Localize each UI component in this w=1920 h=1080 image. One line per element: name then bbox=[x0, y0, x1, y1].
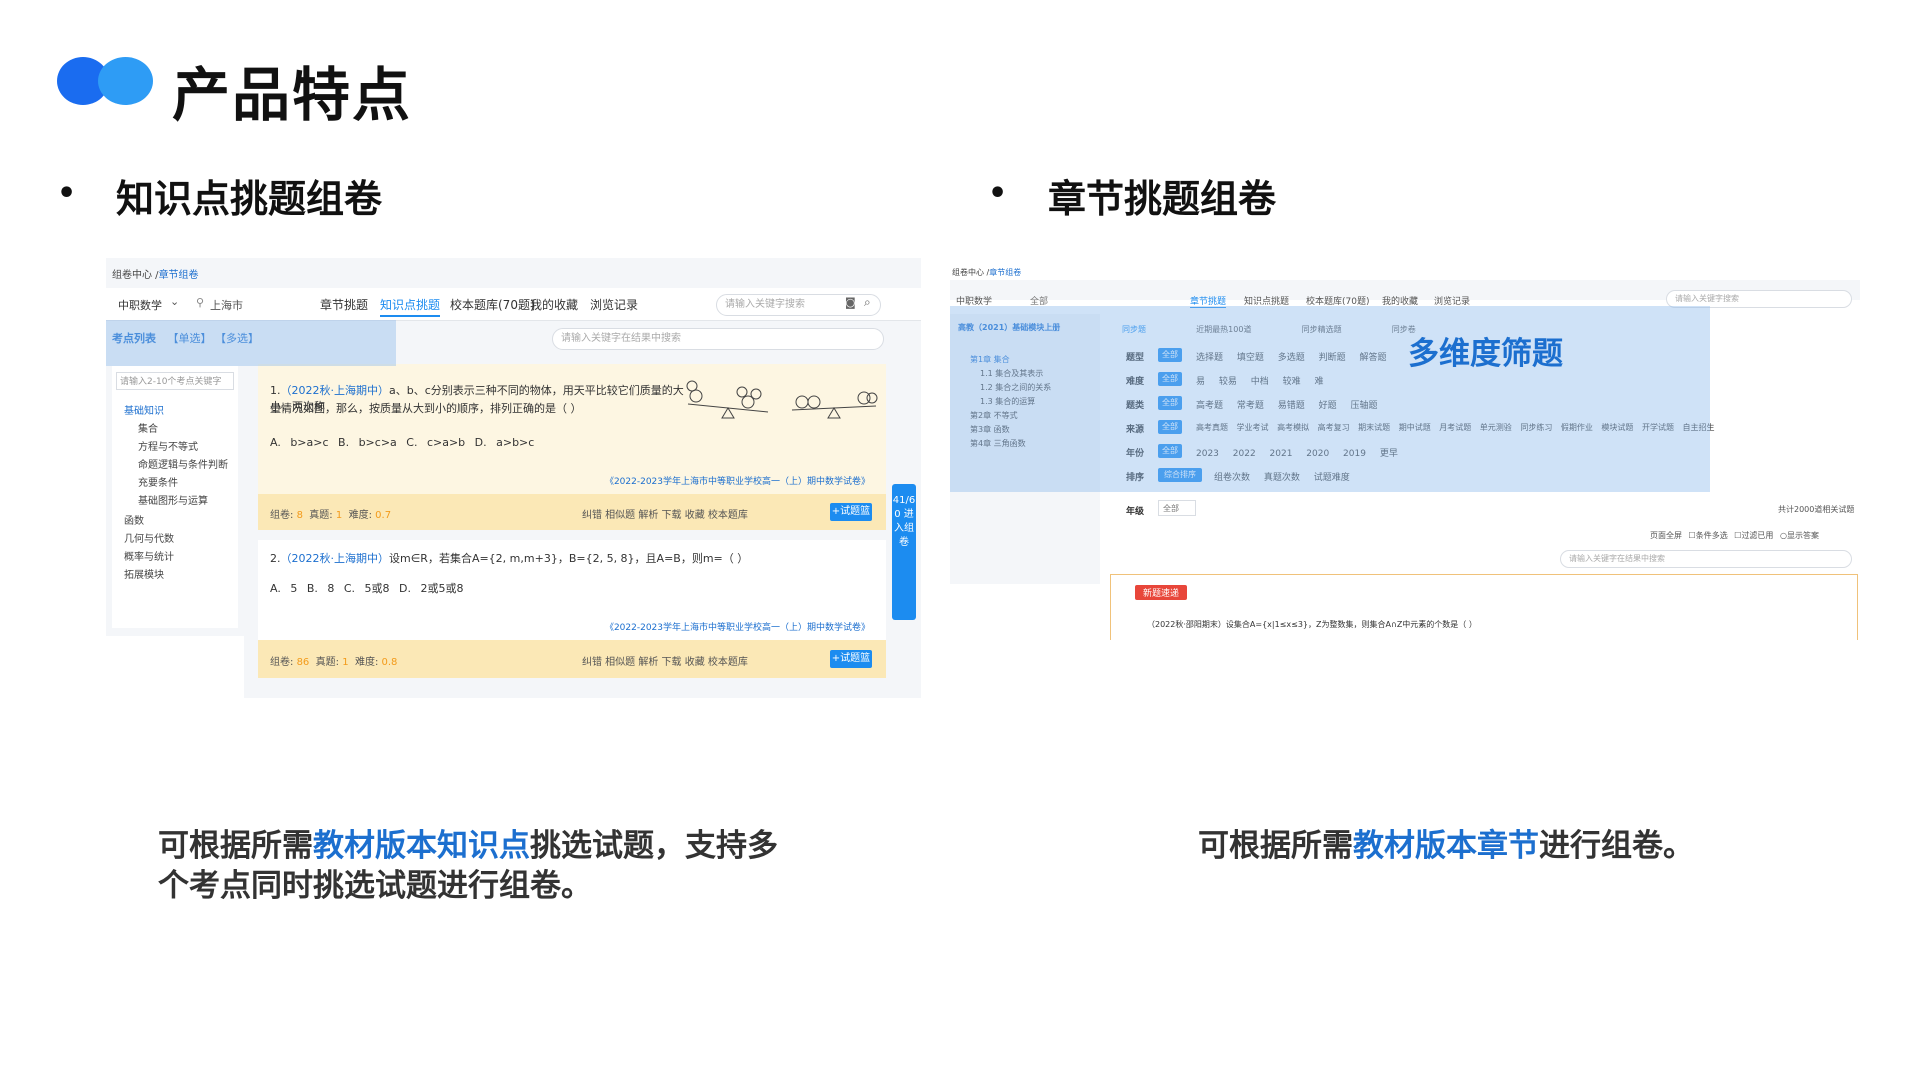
chapter-screenshot: 组卷中心 /章节组卷 中职数学 全部 章节挑题 知识点挑题 校本题库(70题) … bbox=[950, 258, 1860, 640]
question-stats: 组卷: 86 真题: 1 难度: 0.8 bbox=[270, 657, 398, 668]
total-count: 共计2000道相关试题 bbox=[1778, 505, 1855, 514]
question-card: 新题速递 （2022秋·邵阳期末）设集合A={x|1≤x≤3}，Z为整数集，则集… bbox=[1110, 574, 1858, 640]
question-text-line2: 量情况如图，那么，按质量从大到小的顺序，排列正确的是（ ） bbox=[270, 402, 582, 415]
tab-school-bank[interactable]: 校本题库(70题) bbox=[450, 296, 535, 313]
tree-item[interactable]: 拓展模块 bbox=[124, 566, 164, 581]
right-section-title: 章节挑题组卷 bbox=[1048, 177, 1277, 221]
question-text: （2022秋·邵阳期末）设集合A={x|1≤x≤3}，Z为整数集，则集合A∩Z中… bbox=[1147, 620, 1477, 629]
question-source[interactable]: 《2022-2023学年上海市中等职业学校高一（上）期中数学试卷》 bbox=[605, 620, 870, 633]
tree-item[interactable]: 方程与不等式 bbox=[138, 438, 198, 453]
breadcrumb: 组卷中心 /章节组卷 bbox=[952, 268, 1022, 277]
question-options: A. 5 B. 8 C. 5或8 D. 2或5或8 bbox=[270, 582, 464, 595]
question-options: A. b>a>c B. b>c>a C. c>a>b D. a>b>c bbox=[270, 436, 535, 449]
right-description: 可根据所需教材版本章节进行组卷。 bbox=[1198, 828, 1694, 864]
left-description: 可根据所需教材版本知识点挑选试题，支持多 个考点同时挑选试题进行组卷。 bbox=[158, 828, 778, 904]
subject-select[interactable]: 中职数学 bbox=[118, 297, 162, 313]
top-nav: 中职数学 ⌄ ⚲ 上海市 章节挑题 知识点挑题 校本题库(70题) 我的收藏 浏… bbox=[106, 288, 921, 321]
breadcrumb: 组卷中心 /章节组卷 bbox=[112, 270, 199, 281]
result-search-input[interactable]: 请输入关键字在结果中搜索 bbox=[1560, 550, 1852, 568]
grade-label: 年级 bbox=[1126, 507, 1145, 517]
highlight-overlay bbox=[106, 320, 396, 366]
chevron-down-icon[interactable]: ⌄ bbox=[170, 295, 179, 308]
kp-search-input[interactable]: 请输入2-10个考点关键字 bbox=[116, 372, 234, 390]
left-bullet: • bbox=[57, 176, 77, 211]
add-to-basket-button[interactable]: +试题篮 bbox=[830, 503, 872, 521]
tree-item[interactable]: 命题逻辑与条件判断 bbox=[138, 456, 228, 471]
tab-history[interactable]: 浏览记录 bbox=[590, 296, 638, 313]
camera-icon[interactable]: ◙ bbox=[845, 296, 856, 309]
tree-item[interactable]: 概率与统计 bbox=[124, 548, 174, 563]
question-footer: 组卷: 8 真题: 1 难度: 0.7 纠错 相似题 解析 下载 收藏 校本题库… bbox=[258, 494, 886, 530]
balance-scale-figure bbox=[686, 380, 878, 419]
view-options[interactable]: 页面全屏 ☐条件多选 ☐过滤已用 ○显示答案 bbox=[1650, 530, 1819, 541]
question-actions[interactable]: 纠错 相似题 解析 下载 收藏 校本题库 bbox=[582, 506, 748, 521]
question-card: 1.（2022秋·上海期中）a、b、c分别表示三种不同的物体，用天平比较它们质量… bbox=[258, 364, 886, 494]
page-title: 产品特点 bbox=[172, 61, 413, 129]
tab-chapter[interactable]: 章节挑题 bbox=[320, 296, 368, 313]
region-select[interactable]: 上海市 bbox=[210, 297, 243, 313]
knowledge-tree-panel: 请输入2-10个考点关键字 基础知识 集合 方程与不等式 命题逻辑与条件判断 充… bbox=[112, 366, 238, 628]
tree-item[interactable]: 集合 bbox=[138, 420, 158, 435]
add-to-basket-button[interactable]: +试题篮 bbox=[830, 650, 872, 668]
question-footer: 组卷: 86 真题: 1 难度: 0.8 纠错 相似题 解析 下载 收藏 校本题… bbox=[258, 640, 886, 678]
multi-dimension-filter-label: 多维度筛题 bbox=[1408, 336, 1563, 372]
highlight-overlay bbox=[950, 306, 1710, 492]
tree-item[interactable]: 几何与代数 bbox=[124, 530, 174, 545]
new-question-badge: 新题速递 bbox=[1135, 585, 1188, 600]
logo-dot-light bbox=[98, 57, 153, 105]
enter-paper-side-tab[interactable]: 41/60 进入组卷 bbox=[892, 484, 916, 620]
tab-knowledge-point[interactable]: 知识点挑题 bbox=[380, 296, 441, 317]
question-stats: 组卷: 8 真题: 1 难度: 0.7 bbox=[270, 510, 392, 521]
location-pin-icon: ⚲ bbox=[196, 296, 205, 309]
right-bullet: • bbox=[988, 176, 1008, 211]
tree-item[interactable]: 充要条件 bbox=[138, 474, 178, 489]
grade-select[interactable]: 全部 bbox=[1158, 500, 1196, 516]
result-search-input[interactable]: 请输入关键字在结果中搜索 bbox=[552, 328, 884, 350]
question-text: 2.（2022秋·上海期中）设m∈R，若集合A={2, m,m+3}，B={2,… bbox=[270, 552, 749, 565]
left-section-title: 知识点挑题组卷 bbox=[116, 177, 383, 221]
tree-item[interactable]: 基础图形与运算 bbox=[138, 492, 208, 507]
search-icon[interactable]: ⌕ bbox=[864, 295, 871, 310]
question-card: 2.（2022秋·上海期中）设m∈R，若集合A={2, m,m+3}，B={2,… bbox=[258, 540, 886, 640]
question-source[interactable]: 《2022-2023学年上海市中等职业学校高一（上）期中数学试卷》 bbox=[605, 474, 870, 487]
tree-item[interactable]: 基础知识 bbox=[124, 402, 164, 417]
knowledge-point-screenshot: 组卷中心 /章节组卷 中职数学 ⌄ ⚲ 上海市 章节挑题 知识点挑题 校本题库(… bbox=[106, 258, 921, 698]
tab-favorites[interactable]: 我的收藏 bbox=[530, 296, 578, 313]
tree-item[interactable]: 函数 bbox=[124, 512, 144, 527]
question-actions[interactable]: 纠错 相似题 解析 下载 收藏 校本题库 bbox=[582, 653, 748, 668]
search-input[interactable]: 请输入关键字搜索 bbox=[716, 294, 881, 316]
